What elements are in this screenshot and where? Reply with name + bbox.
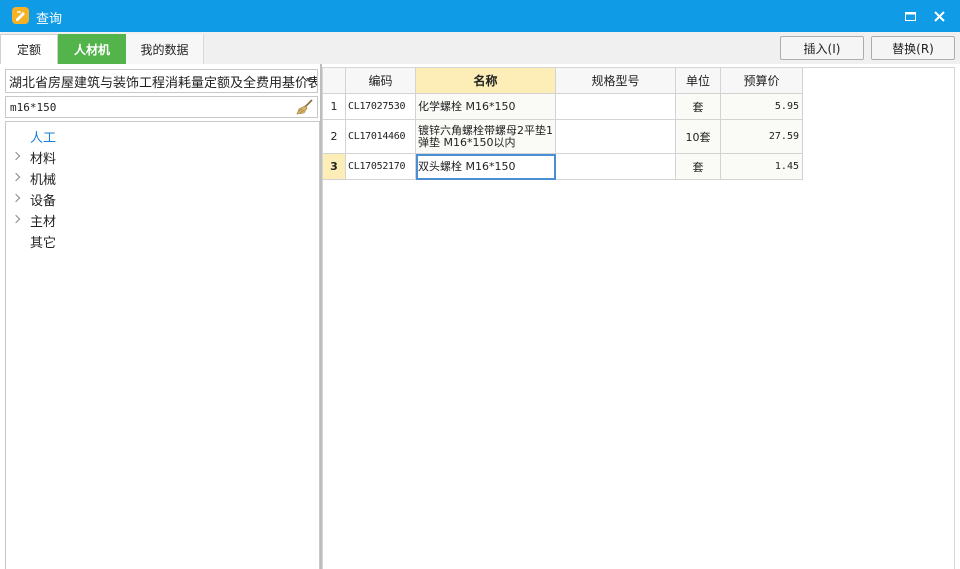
library-select-value: 湖北省房屋建筑与装饰工程消耗量定额及全费用基价表( bbox=[9, 75, 318, 91]
column-header-code[interactable]: 编码 bbox=[346, 68, 416, 94]
tab-dinge[interactable]: 定额 bbox=[0, 34, 58, 64]
cell-code[interactable]: CL17027530 bbox=[346, 94, 416, 120]
tree-item-material[interactable]: 材料 bbox=[6, 146, 319, 167]
chevron-right-icon[interactable] bbox=[11, 193, 21, 203]
chevron-right-icon[interactable] bbox=[11, 214, 21, 224]
cell-name[interactable]: 镀锌六角螺栓带螺母2平垫1弹垫 M16*150以内 bbox=[416, 120, 556, 154]
cell-name[interactable]: 双头螺栓 M16*150 bbox=[416, 154, 556, 180]
chevron-down-icon bbox=[306, 78, 312, 82]
title-bar: 查询 bbox=[0, 0, 960, 32]
tree-item-label: 主材 bbox=[30, 215, 57, 230]
window-title: 查询 bbox=[36, 12, 63, 27]
cell-spec[interactable] bbox=[556, 94, 676, 120]
row-number[interactable]: 1 bbox=[323, 94, 346, 120]
results-grid: 编码 名称 规格型号 单位 预算价 1 CL17027530 化学螺栓 M16*… bbox=[322, 67, 955, 569]
tree-item-other[interactable]: 其它 bbox=[6, 230, 319, 251]
cell-unit[interactable]: 套 bbox=[676, 154, 721, 180]
search-input[interactable] bbox=[6, 100, 286, 114]
cell-price[interactable]: 5.95 bbox=[721, 94, 803, 120]
clear-broom-icon[interactable] bbox=[296, 99, 314, 115]
cell-spec[interactable] bbox=[556, 120, 676, 154]
app-logo-icon bbox=[12, 7, 29, 24]
insert-button[interactable]: 插入(I) bbox=[780, 36, 864, 60]
cell-code[interactable]: CL17014460 bbox=[346, 120, 416, 154]
maximize-icon bbox=[904, 11, 916, 21]
row-number[interactable]: 2 bbox=[323, 120, 346, 154]
chevron-right-icon[interactable] bbox=[11, 151, 21, 161]
chevron-right-icon[interactable] bbox=[11, 172, 21, 182]
cell-name[interactable]: 化学螺栓 M16*150 bbox=[416, 94, 556, 120]
row-number[interactable]: 3 bbox=[323, 154, 346, 180]
tree-item-label: 材料 bbox=[30, 152, 57, 167]
cell-spec[interactable] bbox=[556, 154, 676, 180]
maximize-button[interactable] bbox=[899, 6, 921, 26]
tree-item-label: 其它 bbox=[30, 236, 57, 251]
close-icon bbox=[933, 10, 945, 22]
column-header-unit[interactable]: 单位 bbox=[676, 68, 721, 94]
column-header-name[interactable]: 名称 bbox=[416, 68, 556, 94]
tab-my-data[interactable]: 我的数据 bbox=[126, 34, 204, 64]
library-select[interactable]: 湖北省房屋建筑与装饰工程消耗量定额及全费用基价表( bbox=[5, 69, 318, 93]
tree-item-labor[interactable]: 人工 bbox=[6, 125, 319, 146]
category-tree: 人工 材料 机械 设备 主材 其它 bbox=[5, 121, 320, 569]
tab-rencaiji[interactable]: 人材机 bbox=[58, 34, 126, 64]
left-pane: 湖北省房屋建筑与装饰工程消耗量定额及全费用基价表( 人工 材料 机械 设备 主材 bbox=[0, 64, 320, 569]
tree-item-machinery[interactable]: 机械 bbox=[6, 167, 319, 188]
tree-item-equipment[interactable]: 设备 bbox=[6, 188, 319, 209]
close-button[interactable] bbox=[928, 6, 950, 26]
cell-unit[interactable]: 10套 bbox=[676, 120, 721, 154]
tree-item-label: 机械 bbox=[30, 173, 57, 188]
cell-price[interactable]: 27.59 bbox=[721, 120, 803, 154]
cell-price[interactable]: 1.45 bbox=[721, 154, 803, 180]
column-header-price[interactable]: 预算价 bbox=[721, 68, 803, 94]
grid-corner bbox=[323, 68, 346, 94]
tree-item-label: 设备 bbox=[30, 194, 57, 209]
replace-button[interactable]: 替换(R) bbox=[871, 36, 955, 60]
search-box bbox=[5, 96, 318, 118]
tree-item-label: 人工 bbox=[30, 131, 57, 146]
tree-item-main-material[interactable]: 主材 bbox=[6, 209, 319, 230]
cell-code[interactable]: CL17052170 bbox=[346, 154, 416, 180]
column-header-spec[interactable]: 规格型号 bbox=[556, 68, 676, 94]
cell-unit[interactable]: 套 bbox=[676, 94, 721, 120]
